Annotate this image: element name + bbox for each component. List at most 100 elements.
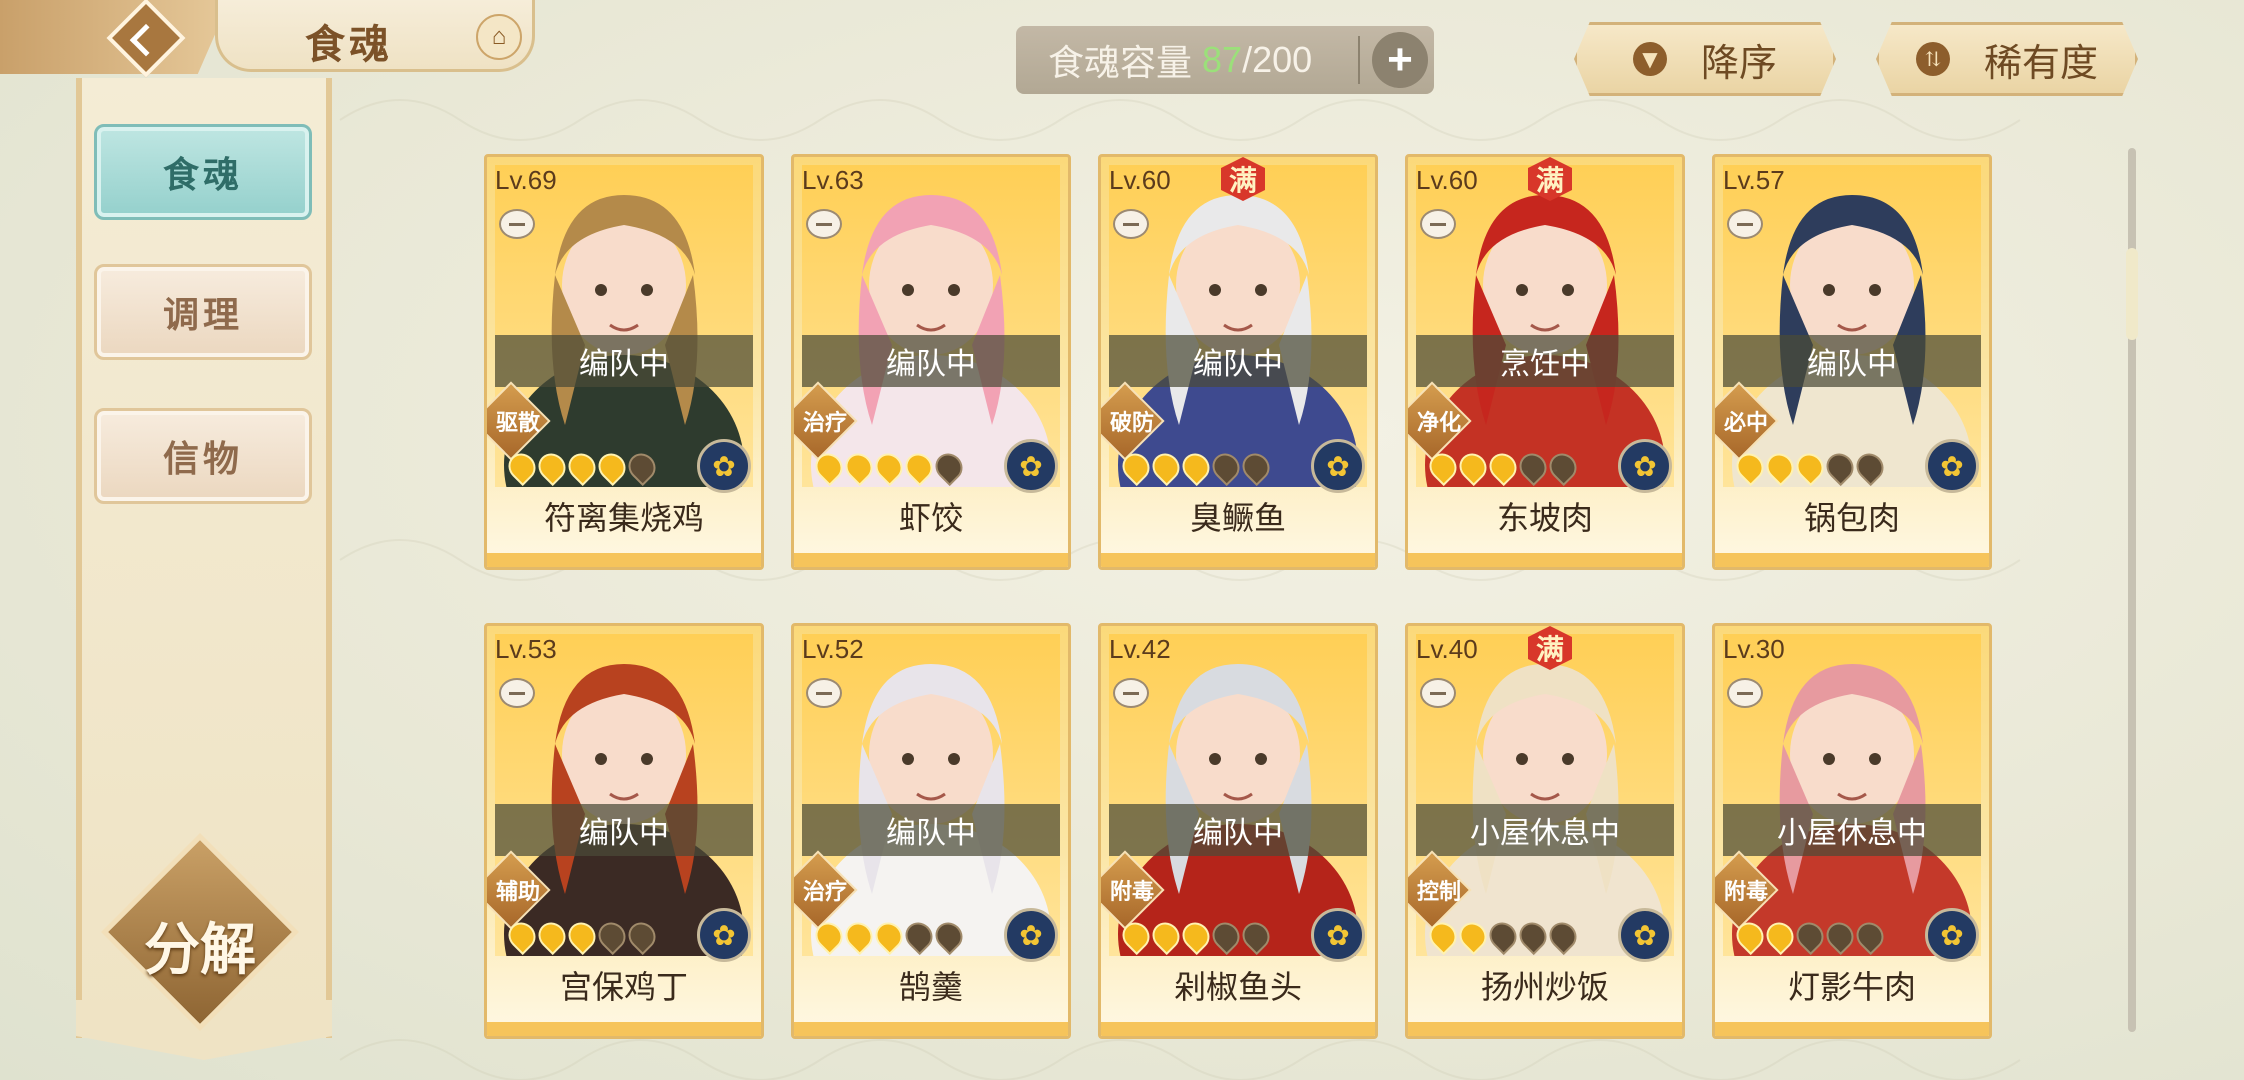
sort-order-button[interactable]: ▼ 降序 xyxy=(1574,22,1836,96)
flame-star-icon xyxy=(592,447,632,487)
lock-toggle-icon[interactable] xyxy=(1420,678,1456,708)
sort-rarity-button[interactable]: ⇅ 稀有度 xyxy=(1876,22,2138,96)
flower-emblem-icon: ✿ xyxy=(697,439,751,493)
character-illustration xyxy=(1118,664,1358,956)
character-portrait xyxy=(1723,634,1981,956)
lock-toggle-icon[interactable] xyxy=(499,678,535,708)
tab-tuning[interactable]: 调理 xyxy=(94,264,312,360)
status-banner: 烹饪中 xyxy=(1416,335,1674,387)
sort-arrows-icon: ⇅ xyxy=(1915,42,1950,76)
flame-star-icon xyxy=(1730,447,1770,487)
flame-star-icon xyxy=(1176,916,1216,956)
capacity-bar: 食魂容量 87 /200 + xyxy=(1016,26,1434,94)
flame-star-icon xyxy=(1760,447,1800,487)
role-label: 净化 xyxy=(1416,410,1461,435)
food-soul-card[interactable]: Lv.52 编队中 治疗 ✿ 鹄羹 xyxy=(791,623,1071,1039)
card-footer xyxy=(1101,553,1375,567)
role-label: 附毒 xyxy=(1109,879,1154,904)
character-name: 东坡肉 xyxy=(1496,499,1593,537)
flame-star-icon xyxy=(1453,447,1493,487)
food-soul-card[interactable]: Lv.63 编队中 治疗 ✿ 虾饺 xyxy=(791,154,1071,570)
food-soul-card[interactable]: Lv.30 小屋休息中 附毒 ✿ 灯影牛肉 xyxy=(1712,623,1992,1039)
flame-star-icon xyxy=(562,447,602,487)
flower-emblem-icon: ✿ xyxy=(1618,439,1672,493)
character-illustration xyxy=(1425,664,1665,956)
triangle-down-icon: ▼ xyxy=(1632,42,1667,76)
flame-star-icon xyxy=(1483,447,1523,487)
flame-star-icon xyxy=(1423,916,1463,956)
flame-star-icon xyxy=(1483,916,1523,956)
flame-star-icon xyxy=(809,447,849,487)
character-illustration xyxy=(504,195,744,487)
star-rating xyxy=(1730,447,1890,487)
food-soul-card[interactable]: Lv.40 满 小屋休息中 控制 ✿ 扬州炒饭 xyxy=(1405,623,1685,1039)
capacity-label: 食魂容量 xyxy=(1048,42,1193,83)
character-name: 鹄羹 xyxy=(898,968,963,1006)
character-illustration xyxy=(504,664,744,956)
level-label: Lv.53 xyxy=(495,634,557,664)
character-name: 扬州炒饭 xyxy=(1480,968,1609,1006)
lock-toggle-icon[interactable] xyxy=(806,209,842,239)
flame-star-icon xyxy=(869,447,909,487)
food-soul-card[interactable]: Lv.60 满 编队中 破防 ✿ 臭鳜鱼 xyxy=(1098,154,1378,570)
lock-toggle-icon[interactable] xyxy=(1420,209,1456,239)
star-rating xyxy=(502,447,662,487)
flame-star-icon xyxy=(592,916,632,956)
character-illustration xyxy=(1118,195,1358,487)
flame-star-icon xyxy=(502,916,542,956)
flower-emblem-icon: ✿ xyxy=(1004,439,1058,493)
character-portrait xyxy=(1723,165,1981,487)
star-rating xyxy=(1423,916,1583,956)
food-soul-card[interactable]: Lv.69 编队中 驱散 ✿ 符离集烧鸡 xyxy=(484,154,764,570)
level-label: Lv.60 xyxy=(1109,165,1171,195)
status-banner: 编队中 xyxy=(1109,335,1367,387)
flame-star-icon xyxy=(1760,916,1800,956)
star-rating xyxy=(1730,916,1890,956)
food-soul-card[interactable]: Lv.57 编队中 必中 ✿ 锅包肉 xyxy=(1712,154,1992,570)
food-soul-card[interactable]: Lv.60 满 烹饪中 净化 ✿ 东坡肉 xyxy=(1405,154,1685,570)
decompose-label: 分解 xyxy=(144,917,256,983)
sort-rarity-label: 稀有度 xyxy=(1983,40,2098,85)
flame-star-icon xyxy=(1790,916,1830,956)
character-illustration xyxy=(1425,195,1665,487)
tab-food-souls[interactable]: 食魂 xyxy=(94,124,312,220)
character-name: 符离集烧鸡 xyxy=(543,499,704,537)
lock-toggle-icon[interactable] xyxy=(1113,209,1149,239)
plus-icon[interactable]: + xyxy=(1372,32,1428,88)
lock-toggle-icon[interactable] xyxy=(1113,678,1149,708)
level-label: Lv.52 xyxy=(802,634,864,664)
flame-star-icon xyxy=(562,916,602,956)
flame-star-icon xyxy=(1513,916,1553,956)
character-name: 虾饺 xyxy=(898,499,963,537)
role-label: 驱散 xyxy=(495,410,540,435)
flame-star-icon xyxy=(1116,447,1156,487)
flame-star-icon xyxy=(1146,447,1186,487)
pavilion-icon[interactable]: ⌂ xyxy=(476,14,522,60)
flame-star-icon xyxy=(1790,447,1830,487)
food-soul-card[interactable]: Lv.53 编队中 辅助 ✿ 宫保鸡丁 xyxy=(484,623,764,1039)
page-title: 食魂 xyxy=(305,21,393,68)
character-portrait xyxy=(1109,634,1367,956)
food-soul-card[interactable]: Lv.42 编队中 附毒 ✿ 剁椒鱼头 xyxy=(1098,623,1378,1039)
lock-toggle-icon[interactable] xyxy=(806,678,842,708)
character-illustration xyxy=(1732,195,1972,487)
role-label: 必中 xyxy=(1723,410,1768,435)
status-banner: 编队中 xyxy=(1109,804,1367,856)
tab-tokens[interactable]: 信物 xyxy=(94,408,312,504)
card-footer xyxy=(1715,553,1989,567)
character-portrait xyxy=(1416,634,1674,956)
character-name: 宫保鸡丁 xyxy=(559,968,688,1006)
flame-star-icon xyxy=(1423,447,1463,487)
lock-toggle-icon[interactable] xyxy=(499,209,535,239)
scrollbar-thumb[interactable] xyxy=(2126,248,2138,340)
flower-emblem-icon: ✿ xyxy=(1925,439,1979,493)
lock-toggle-icon[interactable] xyxy=(1727,678,1763,708)
level-label: Lv.63 xyxy=(802,165,864,195)
card-footer xyxy=(1101,1022,1375,1036)
card-footer xyxy=(487,1022,761,1036)
lock-toggle-icon[interactable] xyxy=(1727,209,1763,239)
character-portrait xyxy=(495,165,753,487)
status-banner: 小屋休息中 xyxy=(1416,804,1674,856)
character-portrait xyxy=(495,634,753,956)
status-banner: 编队中 xyxy=(802,335,1060,387)
